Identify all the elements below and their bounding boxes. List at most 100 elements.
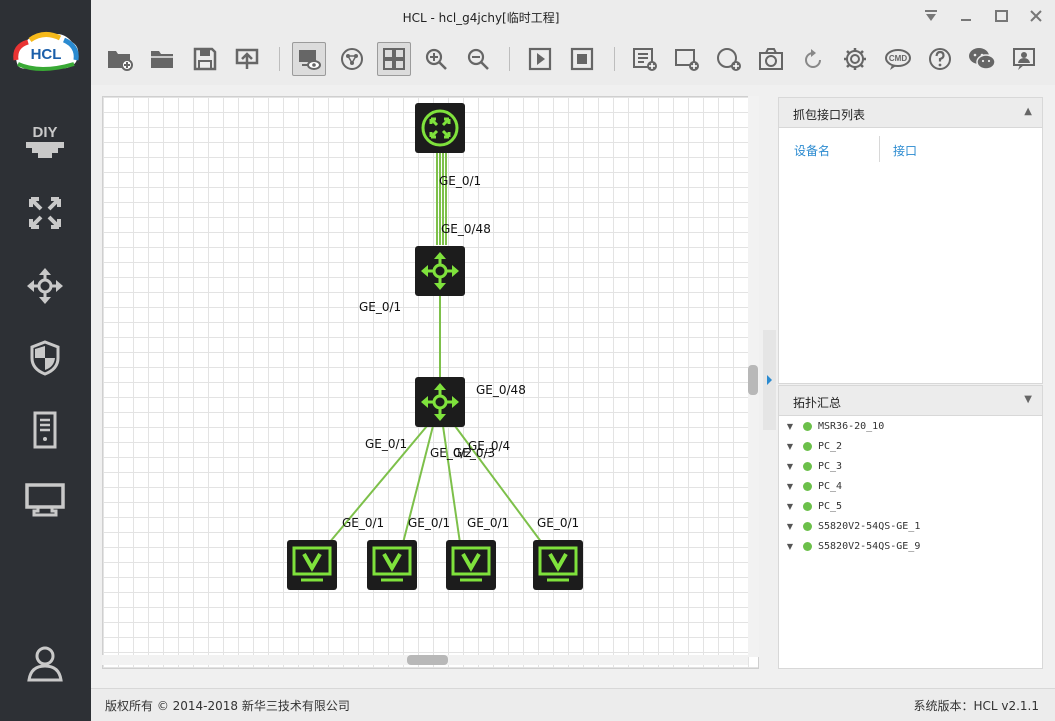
link-label: GE_0/1 — [439, 174, 482, 188]
device-pc-2[interactable] — [367, 540, 417, 590]
pc-icon — [446, 540, 496, 590]
column-divider — [879, 136, 880, 162]
pc-icon — [533, 540, 583, 590]
maximize-button[interactable] — [990, 5, 1012, 27]
zoom-out-icon — [467, 48, 489, 70]
capture-interface-panel: 抓包接口列表 ▲ 设备名 接口 — [778, 97, 1043, 384]
device-switch-1[interactable] — [415, 246, 465, 296]
device-pc-4[interactable] — [533, 540, 583, 590]
help-button[interactable] — [923, 42, 957, 76]
new-project-button[interactable] — [103, 42, 137, 76]
feedback-icon — [1013, 48, 1035, 70]
tree-item-device[interactable]: ▼ S5820V2-54QS-GE_1 — [779, 516, 1039, 536]
show-interface-button[interactable] — [292, 42, 326, 76]
list-button[interactable] — [628, 42, 662, 76]
device-core-switch[interactable] — [415, 103, 465, 153]
toolbar: CMD — [91, 33, 1055, 85]
start-all-button[interactable] — [523, 42, 557, 76]
save-button[interactable] — [188, 42, 222, 76]
chevron-down-icon[interactable]: ▼ — [779, 442, 801, 451]
topology-button[interactable] — [335, 42, 369, 76]
stop-all-button[interactable] — [565, 42, 599, 76]
link-label: GE_0/48 — [476, 383, 526, 397]
chevron-down-icon[interactable]: ▼ — [779, 422, 801, 431]
chevron-down-icon[interactable]: ▼ — [779, 502, 801, 511]
close-icon — [1030, 10, 1042, 22]
settings-button[interactable] — [838, 42, 872, 76]
zoom-in-button[interactable] — [419, 42, 453, 76]
router-icon — [27, 268, 63, 304]
horizontal-scroll-thumb[interactable] — [407, 655, 448, 665]
minimize-icon — [961, 19, 971, 21]
hcl-logo: HCL — [13, 32, 79, 71]
tree-item-device[interactable]: ▼ S5820V2-54QS-GE_9 — [779, 536, 1039, 556]
tree-item-device[interactable]: ▼ PC_2 — [779, 436, 1039, 456]
device-switch-2[interactable] — [415, 377, 465, 427]
maximize-icon — [994, 10, 1008, 22]
user-icon — [27, 646, 63, 682]
tree-item-device[interactable]: ▼ MSR36-20_10 — [779, 416, 1039, 436]
chevron-right-icon — [767, 375, 772, 385]
monitor-icon — [25, 483, 65, 517]
sidebar-item-router[interactable] — [22, 263, 68, 309]
status-dot — [803, 541, 812, 551]
show-interface-icon — [299, 50, 321, 70]
router-icon — [415, 246, 465, 296]
open-project-button[interactable] — [146, 42, 180, 76]
minimize-button[interactable] — [955, 5, 977, 27]
topology-icon — [341, 48, 363, 70]
svg-text:DIY: DIY — [32, 124, 57, 141]
topology-canvas[interactable]: GE_0/1 GE_0/48 GE_0/1 GE_0/48 GE_0/1 GE_… — [102, 96, 759, 669]
collapse-up-icon[interactable]: ▲ — [1024, 106, 1032, 117]
close-button[interactable] — [1025, 5, 1047, 27]
sidebar-item-diy[interactable]: DIY — [22, 118, 68, 164]
version-text: 系统版本：HCL v2.1.1 — [913, 699, 1039, 713]
undo-button[interactable] — [796, 42, 830, 76]
column-interface[interactable]: 接口 — [893, 142, 917, 159]
export-icon — [235, 48, 259, 69]
chevron-down-icon[interactable]: ▼ — [779, 462, 801, 471]
link-label: GE_0/1 — [359, 300, 402, 314]
add-circle-icon — [717, 48, 741, 71]
switch-icon — [415, 103, 465, 153]
export-button[interactable] — [230, 42, 264, 76]
chevron-down-icon[interactable]: ▼ — [779, 522, 801, 531]
grid-button[interactable] — [377, 42, 411, 76]
link-label: GE_0/1 — [342, 516, 385, 530]
chevron-down-icon[interactable]: ▼ — [779, 482, 801, 491]
svg-text:CMD: CMD — [889, 54, 907, 63]
zoom-out-button[interactable] — [461, 42, 495, 76]
status-dot — [803, 501, 812, 511]
chevron-down-icon[interactable]: ▼ — [779, 542, 801, 551]
column-device-name[interactable]: 设备名 — [794, 142, 830, 159]
window-menu-button[interactable] — [920, 5, 942, 27]
settings-icon — [844, 48, 866, 70]
capture-panel-header: 抓包接口列表 ▲ — [779, 98, 1042, 128]
sidebar-item-user[interactable] — [22, 640, 68, 686]
add-circle-button[interactable] — [712, 42, 746, 76]
screenshot-button[interactable] — [754, 42, 788, 76]
link-label: GE_0/2 — [430, 446, 473, 460]
diy-icon: DIY — [26, 124, 64, 158]
tree-item-device[interactable]: ▼ PC_4 — [779, 476, 1039, 496]
tree-item-device[interactable]: ▼ PC_3 — [779, 456, 1039, 476]
cmd-button[interactable]: CMD — [881, 42, 915, 76]
panel-collapse-handle[interactable] — [763, 330, 776, 430]
collapse-down-icon[interactable]: ▼ — [1024, 394, 1032, 405]
tree-item-device[interactable]: ▼ PC_5 — [779, 496, 1039, 516]
status-dot — [803, 441, 812, 451]
grid-icon — [383, 48, 405, 70]
topology-summary-panel: 拓扑汇总 ▼ ▼ MSR36-20_10 ▼ PC_2 ▼ PC_3 ▼ PC_4 ▼ P… — [778, 385, 1043, 669]
sidebar-item-terminal[interactable] — [22, 477, 68, 523]
sidebar-item-security[interactable] — [22, 335, 68, 381]
add-rectangle-button[interactable] — [670, 42, 704, 76]
vertical-scroll-thumb[interactable] — [748, 365, 758, 395]
feedback-button[interactable] — [1007, 42, 1041, 76]
capture-panel-title: 抓包接口列表 — [793, 108, 866, 122]
device-pc-3[interactable] — [446, 540, 496, 590]
wechat-button[interactable] — [965, 42, 999, 76]
svg-text:HCL: HCL — [31, 46, 62, 63]
sidebar-item-server[interactable] — [22, 407, 68, 453]
device-pc-1[interactable] — [287, 540, 337, 590]
sidebar-item-switch[interactable] — [22, 190, 68, 236]
